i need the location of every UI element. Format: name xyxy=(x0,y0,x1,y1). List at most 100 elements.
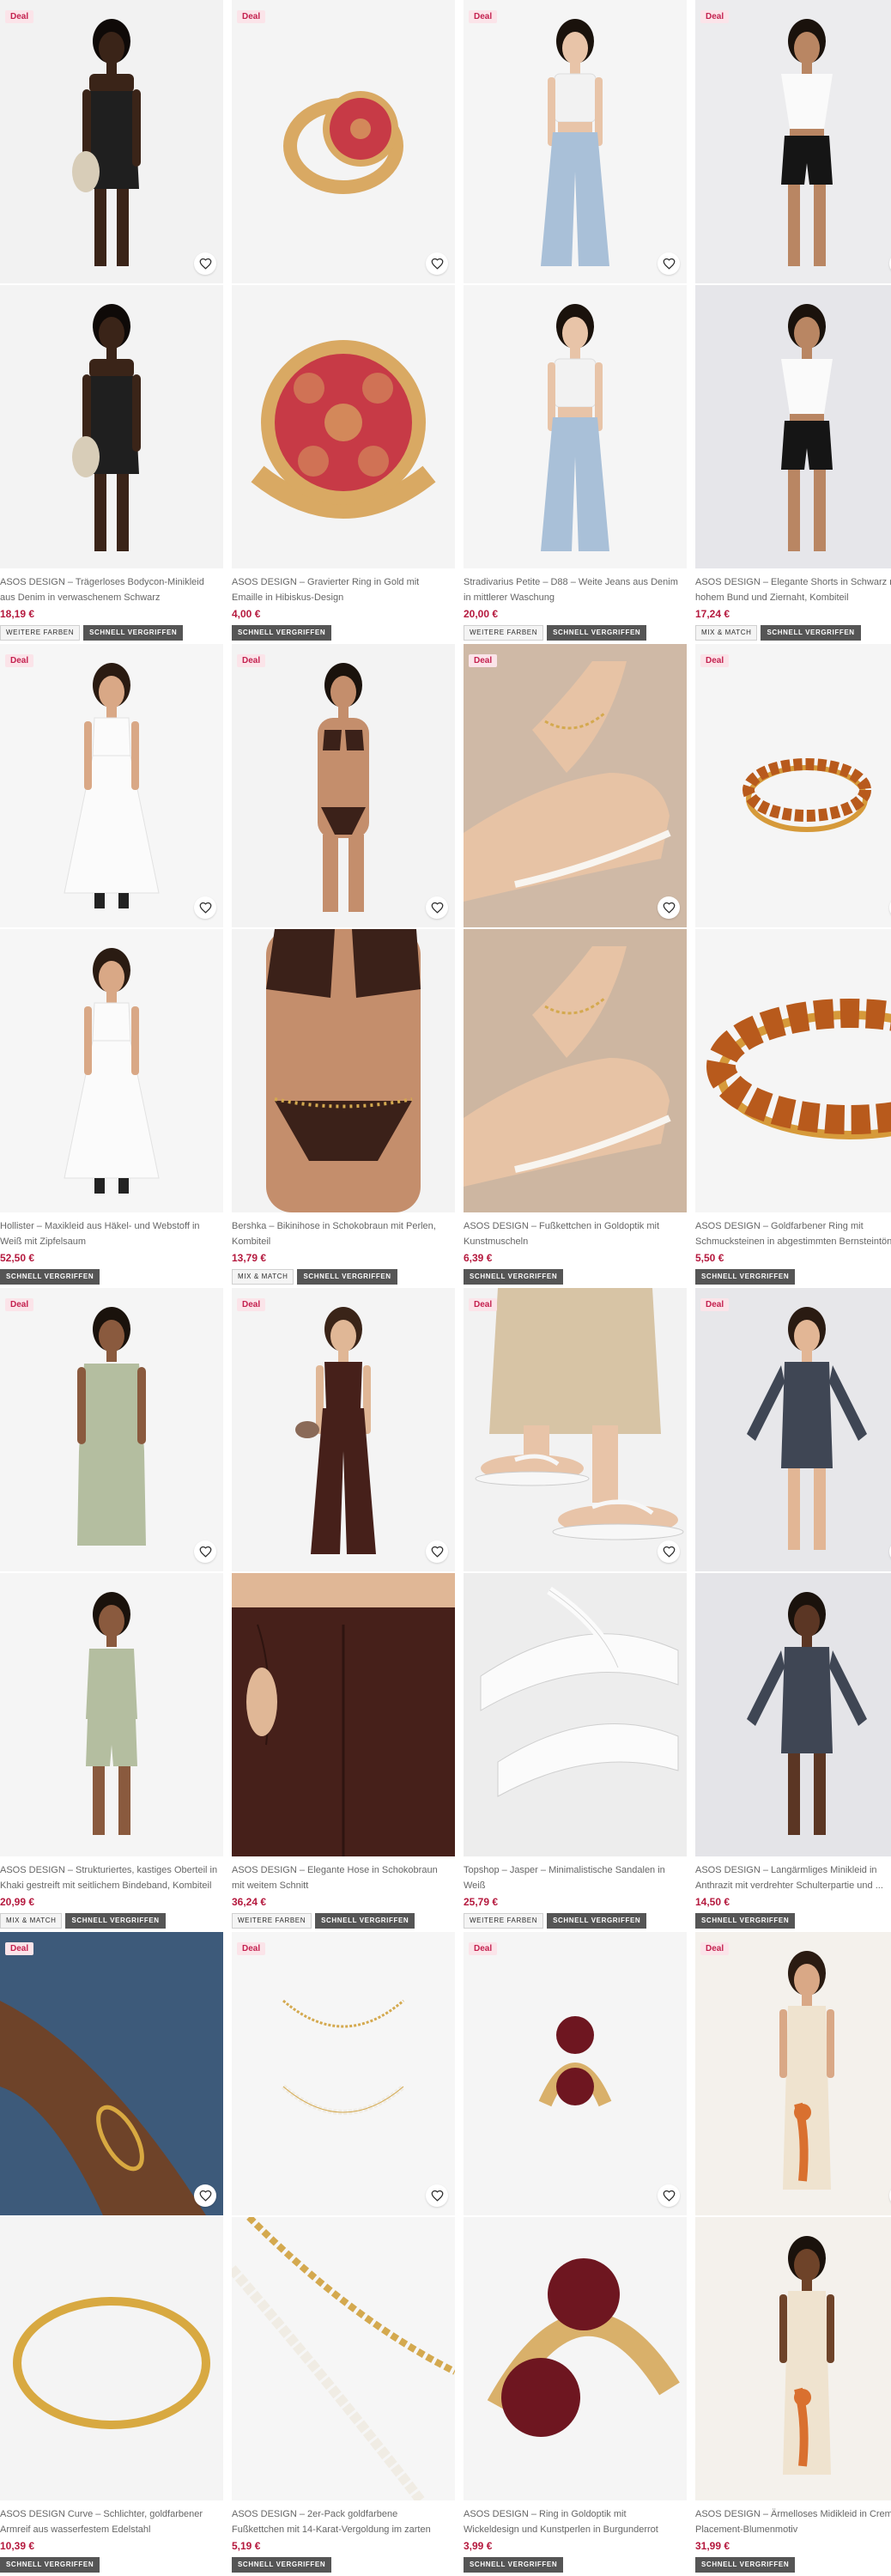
product-image-alt[interactable] xyxy=(695,929,891,1212)
save-for-later-heart-icon[interactable] xyxy=(658,2184,680,2207)
product-description[interactable]: ASOS DESIGN – Elegante Hose in Schokobra… xyxy=(232,1862,452,1893)
product-image[interactable] xyxy=(464,1932,687,2215)
product-tags: SCHNELL VERGRIFFEN xyxy=(695,1913,796,1929)
product-tags: MIX & MATCH SCHNELL VERGRIFFEN xyxy=(695,625,861,641)
product-tag: SCHNELL VERGRIFFEN xyxy=(761,625,861,641)
product-tags: WEITERE FARBEN SCHNELL VERGRIFFEN xyxy=(0,625,184,641)
product-image-alt[interactable] xyxy=(232,1573,455,1856)
product-price: 13,79 € xyxy=(232,1252,267,1264)
product-description[interactable]: ASOS DESIGN – Ärmelloses Midikleid in Cr… xyxy=(695,2506,891,2537)
product-card[interactable]: Deal ASOS DESIGN – Strukturiertes, kasti… xyxy=(0,1288,223,1932)
product-tags: WEITERE FARBEN SCHNELL VERGRIFFEN xyxy=(464,1913,647,1929)
product-description[interactable]: ASOS DESIGN – Gravierter Ring in Gold mi… xyxy=(232,574,452,605)
product-card[interactable]: Deal ASOS DESIGN – Ärmelloses Midikleid … xyxy=(695,1932,891,2576)
product-description[interactable]: ASOS DESIGN – Ring in Goldoptik mit Wick… xyxy=(464,2506,683,2537)
product-image-alt[interactable] xyxy=(232,285,455,568)
product-description[interactable]: Bershka – Bikinihose in Schokobraun mit … xyxy=(232,1218,452,1249)
product-image-alt[interactable] xyxy=(695,285,891,568)
save-for-later-heart-icon[interactable] xyxy=(658,896,680,919)
save-for-later-heart-icon[interactable] xyxy=(426,252,448,275)
product-description[interactable]: ASOS DESIGN – Goldfarbener Ring mit Schm… xyxy=(695,1218,891,1249)
product-image[interactable] xyxy=(695,1932,891,2215)
save-for-later-heart-icon[interactable] xyxy=(658,1540,680,1563)
product-image-alt[interactable] xyxy=(695,2217,891,2500)
product-description[interactable]: Stradivarius Petite – D88 – Weite Jeans … xyxy=(464,574,683,605)
product-image-alt[interactable] xyxy=(464,2217,687,2500)
product-tag: SCHNELL VERGRIFFEN xyxy=(83,625,184,641)
product-image[interactable] xyxy=(464,644,687,927)
product-tags: MIX & MATCH SCHNELL VERGRIFFEN xyxy=(232,1269,397,1285)
product-image-alt[interactable] xyxy=(232,929,455,1212)
product-card[interactable]: Deal Stradivarius Petite – D88 – Weite J… xyxy=(464,0,687,644)
deal-badge: Deal xyxy=(5,654,34,667)
product-card[interactable]: Deal ASOS DESIGN – 2er-Pack goldfarbene … xyxy=(232,1932,455,2576)
product-image[interactable] xyxy=(695,1288,891,1571)
deal-badge: Deal xyxy=(5,1942,34,1955)
product-image[interactable] xyxy=(0,0,223,283)
product-card[interactable]: Deal ASOS DESIGN – Elegante Hose in Scho… xyxy=(232,1288,455,1932)
product-card[interactable]: Deal ASOS DESIGN – Elegante Shorts in Sc… xyxy=(695,0,891,644)
product-image-alt[interactable] xyxy=(464,1573,687,1856)
product-description[interactable]: ASOS DESIGN – 2er-Pack goldfarbene Fußke… xyxy=(232,2506,452,2537)
product-description[interactable]: ASOS DESIGN – Elegante Shorts in Schwarz… xyxy=(695,574,891,605)
product-price: 20,00 € xyxy=(464,608,499,620)
product-description[interactable]: ASOS DESIGN – Trägerloses Bodycon-Minikl… xyxy=(0,574,220,605)
save-for-later-heart-icon[interactable] xyxy=(426,896,448,919)
product-image-alt[interactable] xyxy=(0,2217,223,2500)
product-image[interactable] xyxy=(232,1932,455,2215)
product-image[interactable] xyxy=(0,1288,223,1571)
product-image-alt[interactable] xyxy=(464,285,687,568)
product-card[interactable]: Deal ASOS DESIGN Curve – Schlichter, gol… xyxy=(0,1932,223,2576)
product-tag: SCHNELL VERGRIFFEN xyxy=(464,1269,564,1285)
product-card[interactable]: Deal ASOS DESIGN – Ring in Goldoptik mit… xyxy=(464,1932,687,2576)
deal-badge: Deal xyxy=(237,1942,266,1955)
product-image[interactable] xyxy=(0,1932,223,2215)
save-for-later-heart-icon[interactable] xyxy=(426,1540,448,1563)
save-for-later-heart-icon[interactable] xyxy=(194,1540,216,1563)
product-tag: SCHNELL VERGRIFFEN xyxy=(464,2557,564,2573)
product-image[interactable] xyxy=(0,644,223,927)
product-image[interactable] xyxy=(464,1288,687,1571)
deal-badge: Deal xyxy=(237,10,266,23)
product-image-alt[interactable] xyxy=(0,1573,223,1856)
save-for-later-heart-icon[interactable] xyxy=(194,896,216,919)
product-card[interactable]: Deal Bershka – Bikinihose in Schokobraun… xyxy=(232,644,455,1288)
product-image[interactable] xyxy=(232,1288,455,1571)
product-description[interactable]: Hollister – Maxikleid aus Häkel- und Web… xyxy=(0,1218,220,1249)
product-image[interactable] xyxy=(232,0,455,283)
product-price: 52,50 € xyxy=(0,1252,35,1264)
save-for-later-heart-icon[interactable] xyxy=(658,252,680,275)
product-image-alt[interactable] xyxy=(0,285,223,568)
product-image[interactable] xyxy=(464,0,687,283)
product-tag: SCHNELL VERGRIFFEN xyxy=(547,625,647,641)
product-image[interactable] xyxy=(695,0,891,283)
product-description[interactable]: ASOS DESIGN – Fußkettchen in Goldoptik m… xyxy=(464,1218,683,1249)
product-card[interactable]: Deal ASOS DESIGN – Fußkettchen in Goldop… xyxy=(464,644,687,1288)
product-card[interactable]: Deal ASOS DESIGN – Trägerloses Bodycon-M… xyxy=(0,0,223,644)
product-image-alt[interactable] xyxy=(695,1573,891,1856)
save-for-later-heart-icon[interactable] xyxy=(194,252,216,275)
product-image-alt[interactable] xyxy=(232,2217,455,2500)
product-tags: SCHNELL VERGRIFFEN xyxy=(0,2557,100,2573)
product-tag: MIX & MATCH xyxy=(0,1913,63,1929)
product-image[interactable] xyxy=(695,644,891,927)
product-description[interactable]: Topshop – Jasper – Minimalistische Sanda… xyxy=(464,1862,683,1893)
save-for-later-heart-icon[interactable] xyxy=(426,2184,448,2207)
save-for-later-heart-icon[interactable] xyxy=(194,2184,216,2207)
product-image[interactable] xyxy=(232,644,455,927)
product-image-alt[interactable] xyxy=(464,929,687,1212)
product-description[interactable]: ASOS DESIGN – Strukturiertes, kastiges O… xyxy=(0,1862,220,1893)
product-tag: SCHNELL VERGRIFFEN xyxy=(695,1269,796,1285)
product-tags: SCHNELL VERGRIFFEN xyxy=(0,1269,100,1285)
product-card[interactable]: Deal Topshop – Jasper – Minimalistische … xyxy=(464,1288,687,1932)
product-description[interactable]: ASOS DESIGN – Langärmliges Minikleid in … xyxy=(695,1862,891,1893)
product-card[interactable]: Deal ASOS DESIGN – Goldfarbener Ring mit… xyxy=(695,644,891,1288)
product-image-alt[interactable] xyxy=(0,929,223,1212)
product-tag: SCHNELL VERGRIFFEN xyxy=(297,1269,397,1285)
product-tag: WEITERE FARBEN xyxy=(232,1913,312,1929)
product-card[interactable]: Deal Hollister – Maxikleid aus Häkel- un… xyxy=(0,644,223,1288)
product-card[interactable]: Deal ASOS DESIGN – Gravierter Ring in Go… xyxy=(232,0,455,644)
deal-badge: Deal xyxy=(700,10,730,23)
product-card[interactable]: Deal ASOS DESIGN – Langärmliges Miniklei… xyxy=(695,1288,891,1932)
product-description[interactable]: ASOS DESIGN Curve – Schlichter, goldfarb… xyxy=(0,2506,220,2537)
